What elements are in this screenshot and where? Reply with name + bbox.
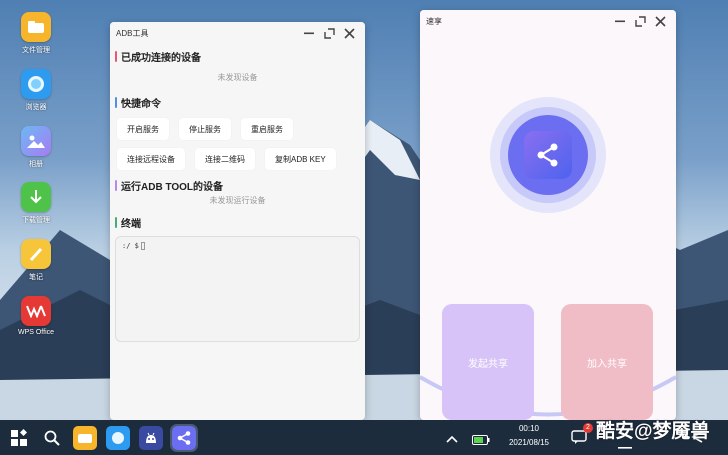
notification-badge: 2 [583,423,593,433]
desktop-icon-browser[interactable]: 浏览器 [14,69,58,112]
start-menu-icon[interactable] [7,426,31,450]
terminal-cursor [140,242,145,250]
start-share-button[interactable]: 发起共享 [442,304,534,420]
share-icon [537,143,558,167]
stop-service-button[interactable]: 停止服务 [179,118,231,140]
heading-text: 运行ADB TOOL的设备 [121,182,224,193]
window-title: 速享 [426,16,442,26]
section-accent-bar [115,217,117,228]
no-device-text: 未发现设备 [217,73,258,82]
watermark-text: 酷安@梦魇兽 [596,421,710,442]
window-title: ADB工具 [116,28,149,38]
running-devices-heading: 运行ADB TOOL的设备 [115,178,365,193]
taskbar-browser-icon[interactable] [106,425,130,450]
notes-icon [21,239,51,269]
taskbar-share-icon[interactable] [170,423,198,452]
desktop-icon-label: 文件管理 [22,47,50,54]
notification-icon[interactable]: 2 [571,423,593,450]
gallery-icon [21,126,51,156]
maximize-icon[interactable] [630,11,650,31]
browser-icon [21,69,51,99]
desktop-icon-file-manager[interactable]: 文件管理 [14,12,58,55]
desktop-icon-download[interactable]: 下载管理 [14,182,58,225]
terminal-area[interactable]: :/ $ [115,236,360,342]
minimize-icon[interactable] [610,11,630,31]
wps-icon [21,296,51,326]
quick-commands-row-1: 开启服务 停止服务 重启服务 [117,118,365,140]
adb-titlebar[interactable]: ADB工具 [110,22,365,44]
section-accent-bar [115,51,117,62]
taskbar-file-manager-icon[interactable] [73,425,97,450]
clock[interactable]: 00:10 2021/08/15 [499,422,559,450]
quick-commands-heading: 快捷命令 [115,95,365,110]
folder-icon [21,12,51,42]
share-titlebar[interactable]: 速享 [420,10,676,32]
quick-share-window: 速享 发起共享 加入共享 [420,10,676,420]
minimize-icon[interactable] [299,23,319,43]
start-service-button[interactable]: 开启服务 [117,118,169,140]
taskbar-adb-icon[interactable] [139,425,163,450]
section-accent-bar [115,97,117,108]
maximize-icon[interactable] [319,23,339,43]
desktop-icon-notes[interactable]: 笔记 [14,239,58,282]
desktop-icon-label: 浏览器 [25,104,47,111]
start-share-label: 发起共享 [468,358,508,370]
close-icon[interactable] [339,23,359,43]
terminal-heading: 终端 [115,215,365,230]
restart-service-button[interactable]: 重启服务 [241,118,293,140]
connected-devices-heading: 已成功连接的设备 [115,49,365,64]
search-icon[interactable] [40,426,64,450]
join-share-label: 加入共享 [587,358,627,370]
heading-text: 终端 [121,219,141,230]
battery-icon[interactable] [472,432,490,450]
copy-adb-key-button[interactable]: 复制ADB KEY [265,148,336,170]
desktop-icon-label: 相册 [29,161,43,168]
terminal-prompt: :/ $ [122,242,139,250]
desktop-icon-label: WPS Office [17,329,55,336]
download-icon [21,182,51,212]
share-center-icon[interactable] [524,131,572,179]
connect-qrcode-button[interactable]: 连接二维码 [195,148,255,170]
quick-commands-row-2: 连接远程设备 连接二维码 复制ADB KEY [117,148,365,170]
heading-text: 已成功连接的设备 [121,53,201,64]
desktop-icon-label: 下载管理 [22,217,50,224]
desktop-icon-gallery[interactable]: 相册 [14,126,58,169]
no-running-device-text: 未发现运行设备 [209,196,266,205]
close-icon[interactable] [650,11,670,31]
clock-time: 00:10 [518,424,540,433]
heading-text: 快捷命令 [121,99,161,110]
clock-date: 2021/08/15 [508,438,550,447]
connect-remote-button[interactable]: 连接远程设备 [117,148,185,170]
desktop-icon-label: 笔记 [29,274,43,281]
join-share-button[interactable]: 加入共享 [561,304,653,420]
section-accent-bar [115,180,117,191]
chevron-up-icon[interactable] [446,431,458,449]
adb-tool-window: ADB工具 已成功连接的设备 未发现设备 快捷命令 开启服务 停止服务 重启服务… [110,22,365,420]
desktop-icon-wps[interactable]: WPS Office [14,296,58,336]
